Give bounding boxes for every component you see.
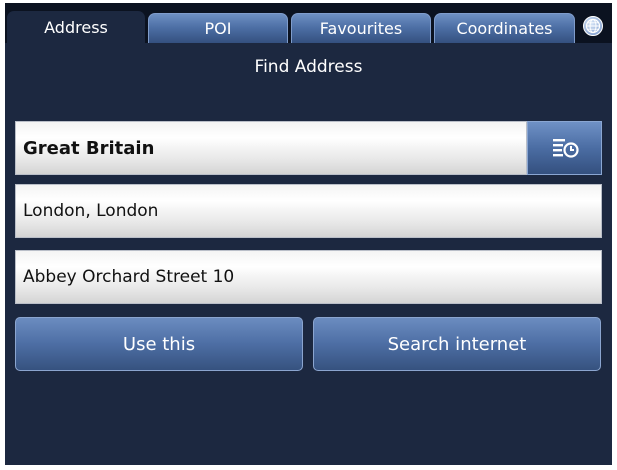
page-title: Find Address (254, 57, 363, 77)
tab-bar: Address POI Favourites Coordinates (5, 3, 612, 43)
country-select-button[interactable] (527, 121, 602, 175)
street-value: Abbey Orchard Street 10 (23, 267, 235, 287)
globe-icon[interactable] (583, 16, 603, 36)
city-value: London, London (23, 201, 159, 221)
tab-address[interactable]: Address (7, 11, 145, 43)
tab-coordinates[interactable]: Coordinates (434, 13, 575, 43)
country-field[interactable]: Great Britain (15, 121, 527, 175)
use-this-button[interactable]: Use this (15, 317, 303, 371)
tab-poi[interactable]: POI (148, 13, 288, 43)
country-value: Great Britain (23, 137, 155, 159)
city-field[interactable]: London, London (15, 184, 602, 238)
street-field[interactable]: Abbey Orchard Street 10 (15, 250, 602, 304)
search-internet-button[interactable]: Search internet (313, 317, 601, 371)
tab-favourites[interactable]: Favourites (291, 13, 431, 43)
navigation-app-window: Address POI Favourites Coordinates Find … (5, 3, 612, 465)
list-select-icon (553, 139, 579, 158)
